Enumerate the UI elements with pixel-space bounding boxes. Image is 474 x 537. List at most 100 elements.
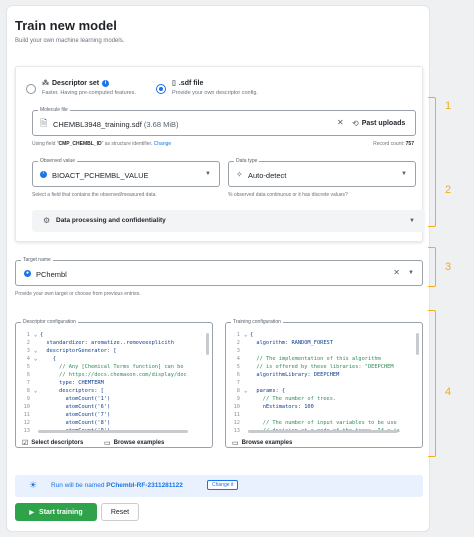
record-count-value: 757 — [405, 141, 414, 147]
dropdown-arrow-icon[interactable]: ▼ — [408, 270, 414, 276]
line-number: 13 — [233, 428, 240, 434]
line-number: 7 — [26, 380, 30, 386]
clear-icon[interactable]: ✕ — [393, 269, 400, 277]
data-type-legend: Data type — [234, 158, 260, 165]
browse-examples-button[interactable]: ▭ Browse examples — [232, 439, 292, 447]
line-number: 5 — [26, 364, 30, 370]
line-number: 8 — [26, 388, 30, 394]
info-icon[interactable]: i — [102, 79, 110, 87]
line-number: 1 — [236, 332, 240, 338]
target-name-legend: Target name — [21, 257, 53, 264]
target-name-value: PChembl — [36, 270, 67, 279]
sdf-file-radio[interactable] — [156, 84, 166, 94]
line-number: 11 — [23, 412, 30, 418]
change-identifier-link[interactable]: Change — [154, 141, 172, 147]
code-text: // The number of trees. — [250, 396, 337, 402]
field-type-icon: ¹ — [40, 171, 47, 178]
code-text: { — [250, 332, 254, 338]
code-text: // The number of input variables to be u… — [250, 420, 397, 426]
page-title: Train new model — [15, 18, 117, 33]
line-number: 4 — [236, 356, 240, 362]
magic-wand-icon: ✧ — [236, 170, 243, 179]
observed-value-select[interactable]: Observed value ¹ BIOACT_PCHEMBL_VALUE ▼ — [32, 158, 220, 187]
descriptor-set-description: Faster. Having pre-computed features. — [42, 90, 136, 96]
code-line: 8 ⌄ params: { — [232, 387, 400, 395]
line-number: 7 — [236, 380, 240, 386]
line-number: 13 — [23, 428, 30, 434]
sdf-file-option[interactable]: ▯ .sdf file — [172, 79, 204, 88]
line-number: 2 — [236, 340, 240, 346]
code-text: descriptors: [ — [40, 388, 104, 394]
close-icon[interactable]: ✕ — [337, 119, 344, 127]
data-processing-accordion[interactable]: ⚙ Data processing and confidentiality ▼ — [32, 210, 425, 232]
code-line: 12 // The number of input variables to b… — [232, 419, 400, 427]
line-number: 3 — [236, 348, 240, 354]
code-line: 10 nEstimators: 100 — [232, 403, 400, 411]
select-descriptors-button[interactable]: ☑ Select descriptors — [22, 439, 83, 447]
browse-examples-button[interactable]: ▭ Browse examples — [104, 439, 164, 447]
run-name-banner: ☀ Run will be named PChembl-RF-231128112… — [15, 475, 423, 497]
sdf-file-label: .sdf file — [178, 79, 204, 87]
start-training-button[interactable]: ▶ Start training — [15, 503, 97, 521]
code-line: 6 // https://docs.chemaxon.com/display/d… — [22, 371, 187, 379]
line-number: 4 — [26, 356, 30, 362]
train-model-panel: Train new model Build your own machine l… — [6, 5, 430, 532]
vertical-scrollbar[interactable] — [416, 333, 419, 355]
target-name-field[interactable]: Target name ● PChembl ✕ ▼ — [15, 257, 423, 286]
code-text: algorithmLibrary: DEEPCHEM — [250, 372, 340, 378]
play-icon: ▶ — [29, 509, 35, 516]
descriptor-config-code[interactable]: 1 ⌄{2 standardizer: aromatize..removeexpl… — [22, 331, 187, 435]
past-uploads-button[interactable]: ⟲ Past uploads — [352, 119, 405, 128]
run-name-prefix: Run will be named — [51, 482, 105, 489]
vertical-scrollbar[interactable] — [206, 333, 209, 355]
identifier-field-name: CMP_CHEMBL_ID — [58, 141, 102, 147]
annotation-bracket-3 — [428, 247, 436, 287]
line-number: 9 — [236, 396, 240, 402]
code-line: 10 atomCount('6') — [22, 403, 187, 411]
code-line: 7 — [232, 379, 400, 387]
sdf-file-description: Provide your own descriptor config. — [172, 90, 258, 96]
code-line: 8 ⌄ descriptors: [ — [22, 387, 187, 395]
data-type-value: Auto-detect — [248, 171, 287, 180]
line-number: 2 — [26, 340, 30, 346]
training-config-code[interactable]: 1 ⌄{2 algorithm: RANDOM_FOREST 3 4 // The i… — [232, 331, 400, 435]
reset-button[interactable]: Reset — [101, 503, 139, 521]
line-number: 6 — [236, 372, 240, 378]
descriptor-set-radio[interactable] — [26, 84, 36, 94]
line-number: 12 — [23, 420, 30, 426]
molecule-file-size: (3.68 MiB) — [143, 120, 179, 129]
data-type-hint: % observed data continuous or it has dis… — [228, 192, 348, 198]
line-number: 12 — [233, 420, 240, 426]
training-config-editor[interactable]: Training configuration 1 ⌄{2 algorithm: R… — [225, 319, 423, 448]
descriptor-set-option[interactable]: ⁂ Descriptor set i — [42, 79, 110, 87]
code-line: 3 ⌄ descriptorGenerator: [ — [22, 347, 187, 355]
code-line: 7 type: CHEMTERM — [22, 379, 187, 387]
data-type-select[interactable]: Data type ✧ Auto-detect ▼ — [228, 158, 416, 187]
code-text: atomCount('7') — [40, 412, 111, 418]
molecule-file-name: CHEMBL3948_training.sdf — [53, 120, 142, 129]
code-line: 1 ⌄{ — [232, 331, 400, 339]
code-text: { — [40, 332, 44, 338]
code-line: 2 algorithm: RANDOM_FOREST — [232, 339, 400, 347]
horizontal-scrollbar[interactable] — [38, 430, 188, 433]
annotation-number-4: 4 — [445, 386, 452, 398]
code-line: 6 algorithmLibrary: DEEPCHEM — [232, 371, 400, 379]
training-config-legend: Training configuration — [231, 319, 283, 326]
line-number: 6 — [26, 372, 30, 378]
molecule-file-field[interactable]: Molecule file 🗎 CHEMBL3948_training.sdf … — [32, 107, 416, 136]
annotation-number-2: 2 — [445, 184, 452, 196]
code-line: 5 // is offered by these libraries: "DEE… — [232, 363, 400, 371]
descriptor-config-legend: Descriptor configuration — [21, 319, 78, 326]
annotation-bracket-4 — [428, 310, 436, 457]
past-uploads-label: Past uploads — [361, 120, 406, 127]
descriptor-config-editor[interactable]: Descriptor configuration 1 ⌄{2 standardiz… — [15, 319, 213, 448]
accordion-label: Data processing and confidentiality — [56, 217, 166, 224]
horizontal-scrollbar[interactable] — [248, 430, 398, 433]
line-number: 5 — [236, 364, 240, 370]
folder-icon: ▭ — [232, 440, 239, 447]
code-text: type: CHEMTERM — [40, 380, 104, 386]
code-line: 3 — [232, 347, 400, 355]
lightbulb-icon: ☀ — [29, 480, 38, 490]
code-text: // is offered by these libraries: "DEEPC… — [250, 364, 394, 370]
change-run-name-button[interactable]: Change it — [207, 480, 239, 490]
